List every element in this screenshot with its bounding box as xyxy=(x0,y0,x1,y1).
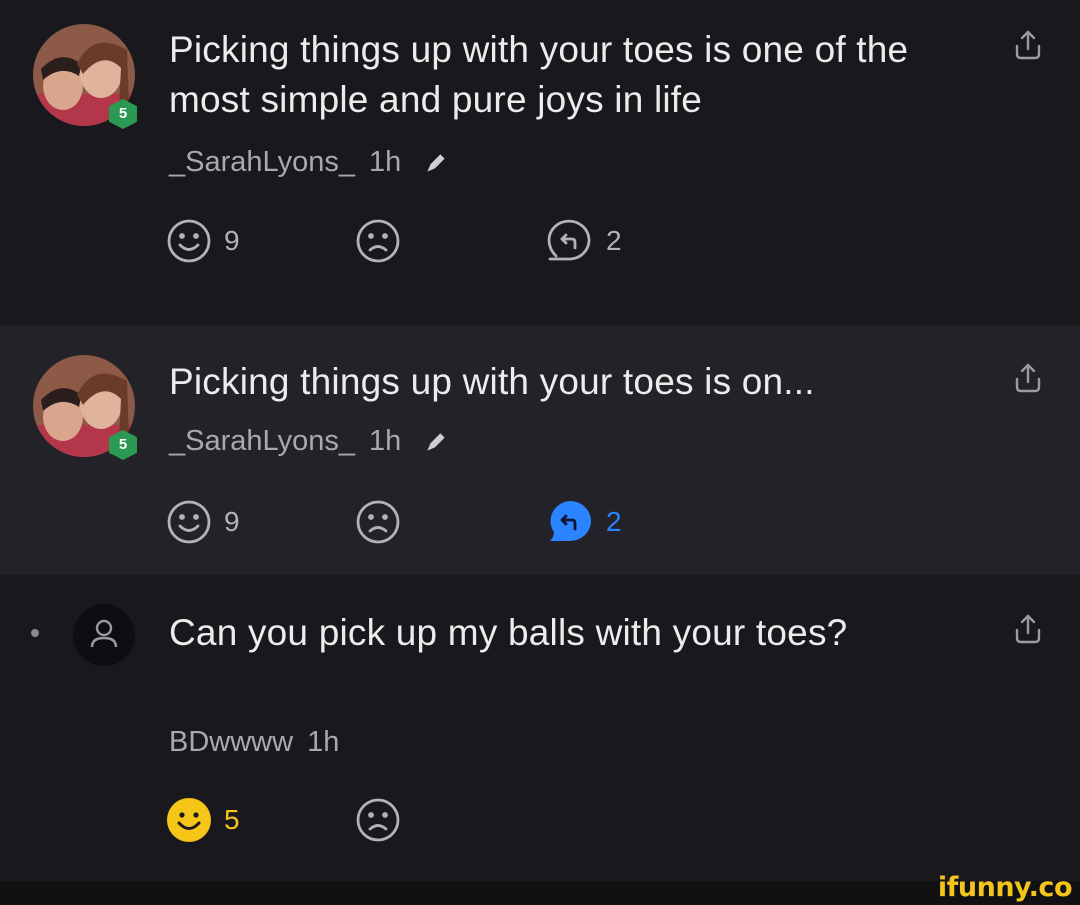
ifunny-watermark: ifunny.co xyxy=(937,872,1073,903)
reply-icon xyxy=(547,219,591,261)
comment-meta: _SarahLyons_ 1h xyxy=(169,146,449,179)
comment-text: Picking things up with your toes is one … xyxy=(169,29,909,120)
smile-count: 5 xyxy=(224,804,240,835)
smile-count: 9 xyxy=(224,225,240,256)
footer-strip xyxy=(0,881,1080,905)
comment-text: Picking things up with your toes is on..… xyxy=(169,361,815,402)
comment-time: 1h xyxy=(368,146,402,178)
comment-2: 5 Picking things up with your toes is on… xyxy=(0,325,1080,575)
smile-icon xyxy=(167,798,211,842)
smile-icon xyxy=(167,500,211,544)
author-name[interactable]: _SarahLyons_ xyxy=(169,146,355,179)
smile-button-active[interactable]: 5 xyxy=(166,797,240,843)
reply-indicator-dot xyxy=(31,629,39,637)
comment-time: 1h xyxy=(307,726,340,758)
comment-meta: _SarahLyons_ 1h xyxy=(169,425,449,458)
author-name[interactable]: _SarahLyons_ xyxy=(169,425,355,458)
pencil-icon xyxy=(427,432,445,451)
unsmile-button[interactable] xyxy=(355,797,401,843)
share-icon[interactable] xyxy=(1011,28,1045,62)
unsmile-button[interactable] xyxy=(355,499,401,545)
comment-3: Can you pick up my balls with your toes?… xyxy=(0,575,1080,881)
comment-1: 5 Picking things up with your toes is on… xyxy=(0,0,1080,325)
comment-meta: BDwwww 1h xyxy=(169,726,339,759)
unsmile-button[interactable] xyxy=(355,218,401,264)
pencil-icon xyxy=(427,153,445,172)
smile-button[interactable]: 9 xyxy=(166,499,240,545)
frown-icon xyxy=(356,219,400,263)
reply-button[interactable]: 2 xyxy=(546,218,622,264)
author-name[interactable]: BDwwww xyxy=(169,726,293,759)
reply-count: 2 xyxy=(606,225,622,256)
frown-icon xyxy=(356,500,400,544)
frown-icon xyxy=(356,798,400,842)
reply-icon xyxy=(550,501,591,541)
comment-time: 1h xyxy=(368,425,402,457)
share-icon[interactable] xyxy=(1011,361,1045,395)
share-icon[interactable] xyxy=(1011,612,1045,646)
user-icon xyxy=(90,619,118,648)
reply-button-active[interactable]: 2 xyxy=(546,499,622,545)
smile-icon xyxy=(167,219,211,263)
reply-count: 2 xyxy=(606,506,622,537)
smile-button[interactable]: 9 xyxy=(166,218,240,264)
smile-count: 9 xyxy=(224,506,240,537)
comment-text: Can you pick up my balls with your toes? xyxy=(169,612,848,653)
user-avatar[interactable] xyxy=(73,604,135,666)
